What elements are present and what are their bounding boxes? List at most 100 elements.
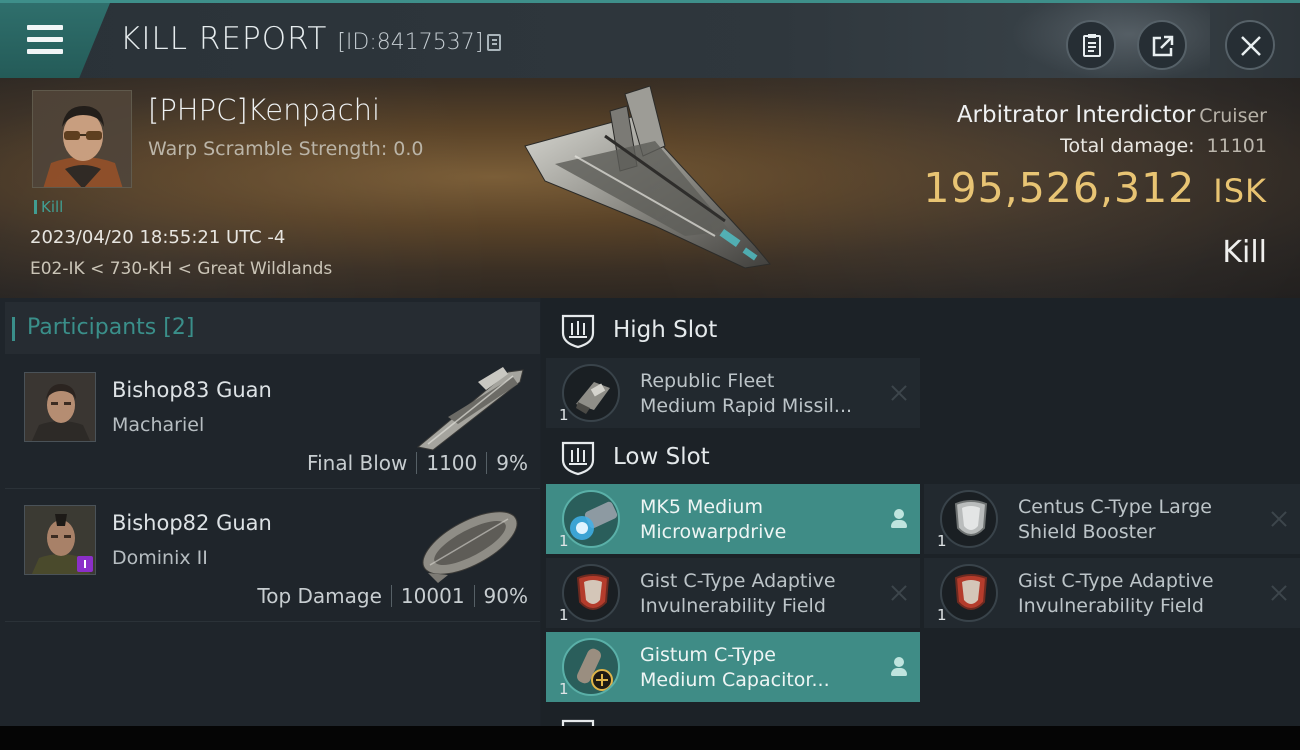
header-bar: KILL REPORT [ID:8417537] <box>0 0 1300 81</box>
module-name-line1: Gistum C-Type <box>640 644 776 666</box>
clipboard-icon <box>1083 34 1101 57</box>
participants-title: Participants [2] <box>11 315 195 341</box>
isk-amount: 195,526,312 <box>923 164 1196 212</box>
participant-ship[interactable]: Dominix II <box>112 547 208 569</box>
destroyed-icon <box>888 382 910 404</box>
participant-ship-image <box>416 367 524 451</box>
kill-tag: Kill <box>34 198 63 216</box>
low-slot-icon <box>561 441 595 476</box>
report-id: [ID:8417537] <box>337 30 484 55</box>
close-button[interactable] <box>1225 20 1275 70</box>
module-name-line2: Medium Capacitor... <box>640 669 830 691</box>
menu-icon-bar <box>27 49 63 54</box>
isk-value: 195,526,312 ISK <box>923 164 1267 212</box>
participant-avatar-image <box>25 373 95 441</box>
dropped-user-icon <box>888 508 910 530</box>
victim-ship[interactable]: Arbitrator Interdictor Cruiser <box>957 102 1267 128</box>
participant-ship-image <box>422 511 518 583</box>
ship-class: Cruiser <box>1199 105 1267 127</box>
divider <box>390 585 392 607</box>
destroyed-icon <box>1268 508 1290 530</box>
divider <box>473 585 475 607</box>
share-button[interactable] <box>1137 20 1187 70</box>
module-name-line2: Shield Booster <box>1018 521 1156 543</box>
title-text: KILL REPORT <box>120 21 328 57</box>
kill-datetime: 2023/04/20 18:55:21 UTC -4 <box>30 227 286 248</box>
participant-row[interactable]: Bishop83 Guan Machariel Final Blow 1100 9% <box>5 356 540 489</box>
module-item[interactable]: 1 Republic Fleet Medium Rapid Missil... <box>546 358 920 428</box>
participant-name[interactable]: Bishop82 Guan <box>112 511 272 535</box>
participant-row[interactable]: Bishop82 Guan Dominix II Top Damage 10001… <box>5 489 540 622</box>
kill-location[interactable]: E02-IK < 730-KH < Great Wildlands <box>30 259 332 279</box>
module-name-line1: Gist C-Type Adaptive <box>1018 570 1214 592</box>
participant-role: Final Blow <box>307 451 408 475</box>
participant-stats: Top Damage 10001 90% <box>257 584 528 608</box>
menu-icon-bar <box>27 37 63 42</box>
module-name-line1: Republic Fleet <box>640 370 775 392</box>
high-slot-icon <box>561 314 595 349</box>
destroyed-icon <box>1268 582 1290 604</box>
participant-avatar[interactable] <box>24 505 96 575</box>
kill-report-window: KILL REPORT [ID:8417537] [PHPC]Kenpachi … <box>0 0 1300 750</box>
module-quantity: 1 <box>937 532 947 550</box>
module-quantity: 1 <box>559 680 569 698</box>
destroyed-icon <box>888 582 910 604</box>
module-quantity: 1 <box>559 532 569 550</box>
page-title: KILL REPORT [ID:8417537] <box>120 21 502 57</box>
participants-label: Participants <box>27 315 157 340</box>
low-slot-label: Low Slot <box>613 444 710 470</box>
participants-panel: Participants [2] Bishop83 Guan Machariel <box>0 298 540 726</box>
shield-booster-icon <box>940 490 998 548</box>
participants-count: [2] <box>163 315 195 340</box>
module-item[interactable]: 1 Centus C-Type Large Shield Booster <box>924 484 1300 554</box>
module-name-line2: Medium Rapid Missil... <box>640 395 853 417</box>
participant-ship[interactable]: Machariel <box>112 414 204 436</box>
high-slot-label: High Slot <box>613 317 718 343</box>
menu-icon <box>27 25 63 30</box>
module-quantity: 1 <box>937 606 947 624</box>
divider <box>416 452 418 474</box>
participant-name[interactable]: Bishop83 Guan <box>112 378 272 402</box>
kill-result: Kill <box>1222 235 1267 270</box>
ship-name-text: Arbitrator Interdictor <box>956 102 1196 128</box>
module-item[interactable]: 1 Gist C-Type Adaptive Invulnerability F… <box>924 558 1300 628</box>
invulnerability-field-icon <box>940 564 998 622</box>
participant-avatar[interactable] <box>24 372 96 442</box>
module-quantity: 1 <box>559 406 569 424</box>
missile-launcher-icon <box>562 364 620 422</box>
participants-header[interactable]: Participants [2] <box>5 302 540 354</box>
total-damage-label: Total damage: <box>1060 135 1195 157</box>
module-name-line1: Gist C-Type Adaptive <box>640 570 836 592</box>
victim-name[interactable]: [PHPC]Kenpachi <box>148 93 380 127</box>
copy-icon[interactable] <box>487 34 502 51</box>
participant-damage: 10001 <box>400 584 465 608</box>
victim-banner: [PHPC]Kenpachi Warp Scramble Strength: 0… <box>0 78 1300 298</box>
invulnerability-field-icon <box>562 564 620 622</box>
victim-ship-image <box>524 86 771 269</box>
isk-unit: ISK <box>1213 172 1267 210</box>
module-name-line2: Microwarpdrive <box>640 521 787 543</box>
victim-portrait[interactable] <box>32 90 132 188</box>
participant-percent: 9% <box>496 451 528 475</box>
clipboard-button[interactable] <box>1066 20 1116 70</box>
participant-damage: 1100 <box>426 451 478 475</box>
module-name-line2: Invulnerability Field <box>1018 595 1204 617</box>
module-item[interactable]: 1 Gist C-Type Adaptive Invulnerability F… <box>546 558 920 628</box>
participant-percent: 90% <box>483 584 528 608</box>
total-damage-value: 11101 <box>1206 135 1267 157</box>
module-item[interactable]: 1 Gistum C-Type Medium Capacitor... <box>546 632 920 702</box>
menu-button[interactable] <box>0 3 110 78</box>
participant-role: Top Damage <box>257 584 382 608</box>
share-icon <box>1152 35 1174 57</box>
participant-stats: Final Blow 1100 9% <box>307 451 528 475</box>
dropped-user-icon <box>888 656 910 678</box>
alliance-badge-icon <box>77 556 93 572</box>
bottom-edge <box>0 726 1300 750</box>
victim-avatar-image <box>33 91 131 187</box>
microwarpdrive-icon <box>562 490 620 548</box>
total-damage: Total damage: 11101 <box>1060 135 1267 157</box>
divider <box>486 452 488 474</box>
module-quantity: 1 <box>559 606 569 624</box>
module-item[interactable]: 1 MK5 Medium Microwarpdrive <box>546 484 920 554</box>
module-name-line1: MK5 Medium <box>640 496 763 518</box>
